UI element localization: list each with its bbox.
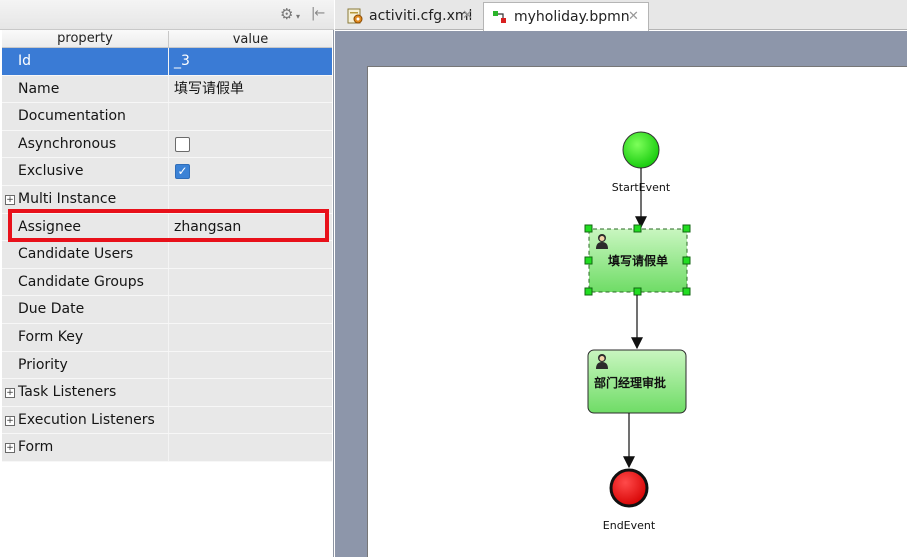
exclusive-checkbox[interactable]: ✓ bbox=[175, 164, 190, 180]
property-row-execution-listeners[interactable]: + Execution Listeners bbox=[2, 406, 332, 435]
asynchronous-value-cell bbox=[168, 130, 332, 158]
property-name-cell: + Execution Listeners bbox=[2, 406, 168, 434]
editor-tab-bar: activiti.cfg.xml ✕ myholiday.bpmn ✕ bbox=[335, 0, 907, 31]
properties-table-header: property value bbox=[2, 30, 332, 48]
property-row-documentation[interactable]: Documentation bbox=[2, 103, 332, 131]
hide-panel-icon[interactable]: |← bbox=[311, 6, 325, 22]
exclusive-value-cell: ✓ bbox=[168, 158, 332, 185]
candidate-groups-value-field[interactable] bbox=[168, 268, 332, 296]
close-icon[interactable]: ✕ bbox=[628, 3, 639, 31]
property-column-header[interactable]: property bbox=[2, 31, 168, 46]
expand-icon[interactable]: + bbox=[5, 195, 15, 205]
id-value-field[interactable]: _3 bbox=[168, 48, 332, 75]
close-icon[interactable]: ✕ bbox=[462, 2, 473, 30]
tab-activiti-cfg[interactable]: activiti.cfg.xml ✕ bbox=[339, 2, 479, 30]
property-row-multi-instance[interactable]: + Multi Instance bbox=[2, 186, 332, 214]
start-event[interactable] bbox=[622, 131, 660, 169]
candidate-users-value-field[interactable] bbox=[168, 241, 332, 268]
task-label: 部门经理审批 bbox=[594, 375, 666, 390]
property-row-due-date[interactable]: Due Date bbox=[2, 296, 332, 324]
execution-listeners-value-field[interactable] bbox=[168, 406, 332, 434]
gear-icon[interactable]: ⚙ bbox=[280, 6, 293, 22]
form-key-value-field[interactable] bbox=[168, 324, 332, 351]
property-row-asynchronous[interactable]: Asynchronous bbox=[2, 130, 332, 159]
end-event[interactable] bbox=[609, 468, 649, 508]
property-name: Candidate Groups bbox=[2, 268, 168, 296]
priority-value-field[interactable] bbox=[168, 351, 332, 379]
assignee-value-field[interactable]: zhangsan bbox=[168, 213, 332, 241]
property-name: Form bbox=[18, 439, 54, 456]
property-name: Candidate Users bbox=[2, 241, 168, 268]
property-name-cell: + Multi Instance bbox=[2, 186, 168, 213]
property-name: Form Key bbox=[2, 324, 168, 351]
tab-myholiday-bpmn[interactable]: myholiday.bpmn ✕ bbox=[483, 2, 649, 31]
property-name: Id bbox=[2, 48, 168, 75]
property-name: Due Date bbox=[2, 296, 168, 323]
name-value-field[interactable]: 填写请假单 bbox=[168, 75, 332, 103]
property-name-cell: + Form bbox=[2, 434, 168, 461]
properties-panel: ⚙ ▾ |← property value Id _3 Name 填写请假单 D… bbox=[0, 0, 334, 557]
value-column-header[interactable]: value bbox=[168, 31, 332, 48]
property-name: Name bbox=[2, 75, 168, 103]
form-value-field[interactable] bbox=[168, 434, 332, 461]
due-date-value-field[interactable] bbox=[168, 296, 332, 323]
multi-instance-value-field[interactable] bbox=[168, 186, 332, 213]
property-name: Exclusive bbox=[2, 158, 168, 185]
end-event-label: EndEvent bbox=[603, 519, 656, 532]
property-row-assignee[interactable]: Assignee zhangsan bbox=[2, 213, 332, 242]
xml-file-icon bbox=[347, 8, 363, 24]
property-row-candidate-users[interactable]: Candidate Users bbox=[2, 241, 332, 269]
property-name: Asynchronous bbox=[2, 130, 168, 158]
property-name: Priority bbox=[2, 351, 168, 379]
bpmn-file-icon bbox=[493, 11, 506, 23]
property-row-form[interactable]: + Form bbox=[2, 434, 332, 462]
property-row-form-key[interactable]: Form Key bbox=[2, 324, 332, 352]
dropdown-arrow-icon[interactable]: ▾ bbox=[296, 9, 300, 25]
property-row-id[interactable]: Id _3 bbox=[2, 48, 332, 76]
bpmn-canvas[interactable]: StartEvent 填写请假单 部门经理审批 EndEvent bbox=[367, 66, 907, 557]
documentation-value-field[interactable] bbox=[168, 103, 332, 130]
property-row-exclusive[interactable]: Exclusive ✓ bbox=[2, 158, 332, 186]
property-name-cell: + Task Listeners bbox=[2, 379, 168, 406]
bpmn-diagram: StartEvent 填写请假单 部门经理审批 EndEvent bbox=[584, 131, 691, 532]
task-listeners-value-field[interactable] bbox=[168, 379, 332, 406]
property-name: Execution Listeners bbox=[18, 411, 155, 428]
tab-label: activiti.cfg.xml bbox=[369, 8, 473, 24]
property-name: Documentation bbox=[2, 103, 168, 130]
property-row-name[interactable]: Name 填写请假单 bbox=[2, 75, 332, 104]
properties-toolbar: ⚙ ▾ |← bbox=[0, 0, 334, 30]
property-row-task-listeners[interactable]: + Task Listeners bbox=[2, 379, 332, 407]
asynchronous-checkbox[interactable] bbox=[175, 136, 190, 152]
property-name: Assignee bbox=[2, 213, 168, 241]
task-label: 填写请假单 bbox=[608, 253, 668, 268]
expand-icon[interactable]: + bbox=[5, 443, 15, 454]
expand-icon[interactable]: + bbox=[5, 388, 15, 399]
property-name: Multi Instance bbox=[18, 191, 117, 207]
tab-label: myholiday.bpmn bbox=[514, 9, 630, 25]
expand-icon[interactable]: + bbox=[5, 415, 15, 426]
property-row-candidate-groups[interactable]: Candidate Groups bbox=[2, 268, 332, 297]
property-row-priority[interactable]: Priority bbox=[2, 351, 332, 380]
property-name: Task Listeners bbox=[18, 384, 117, 401]
